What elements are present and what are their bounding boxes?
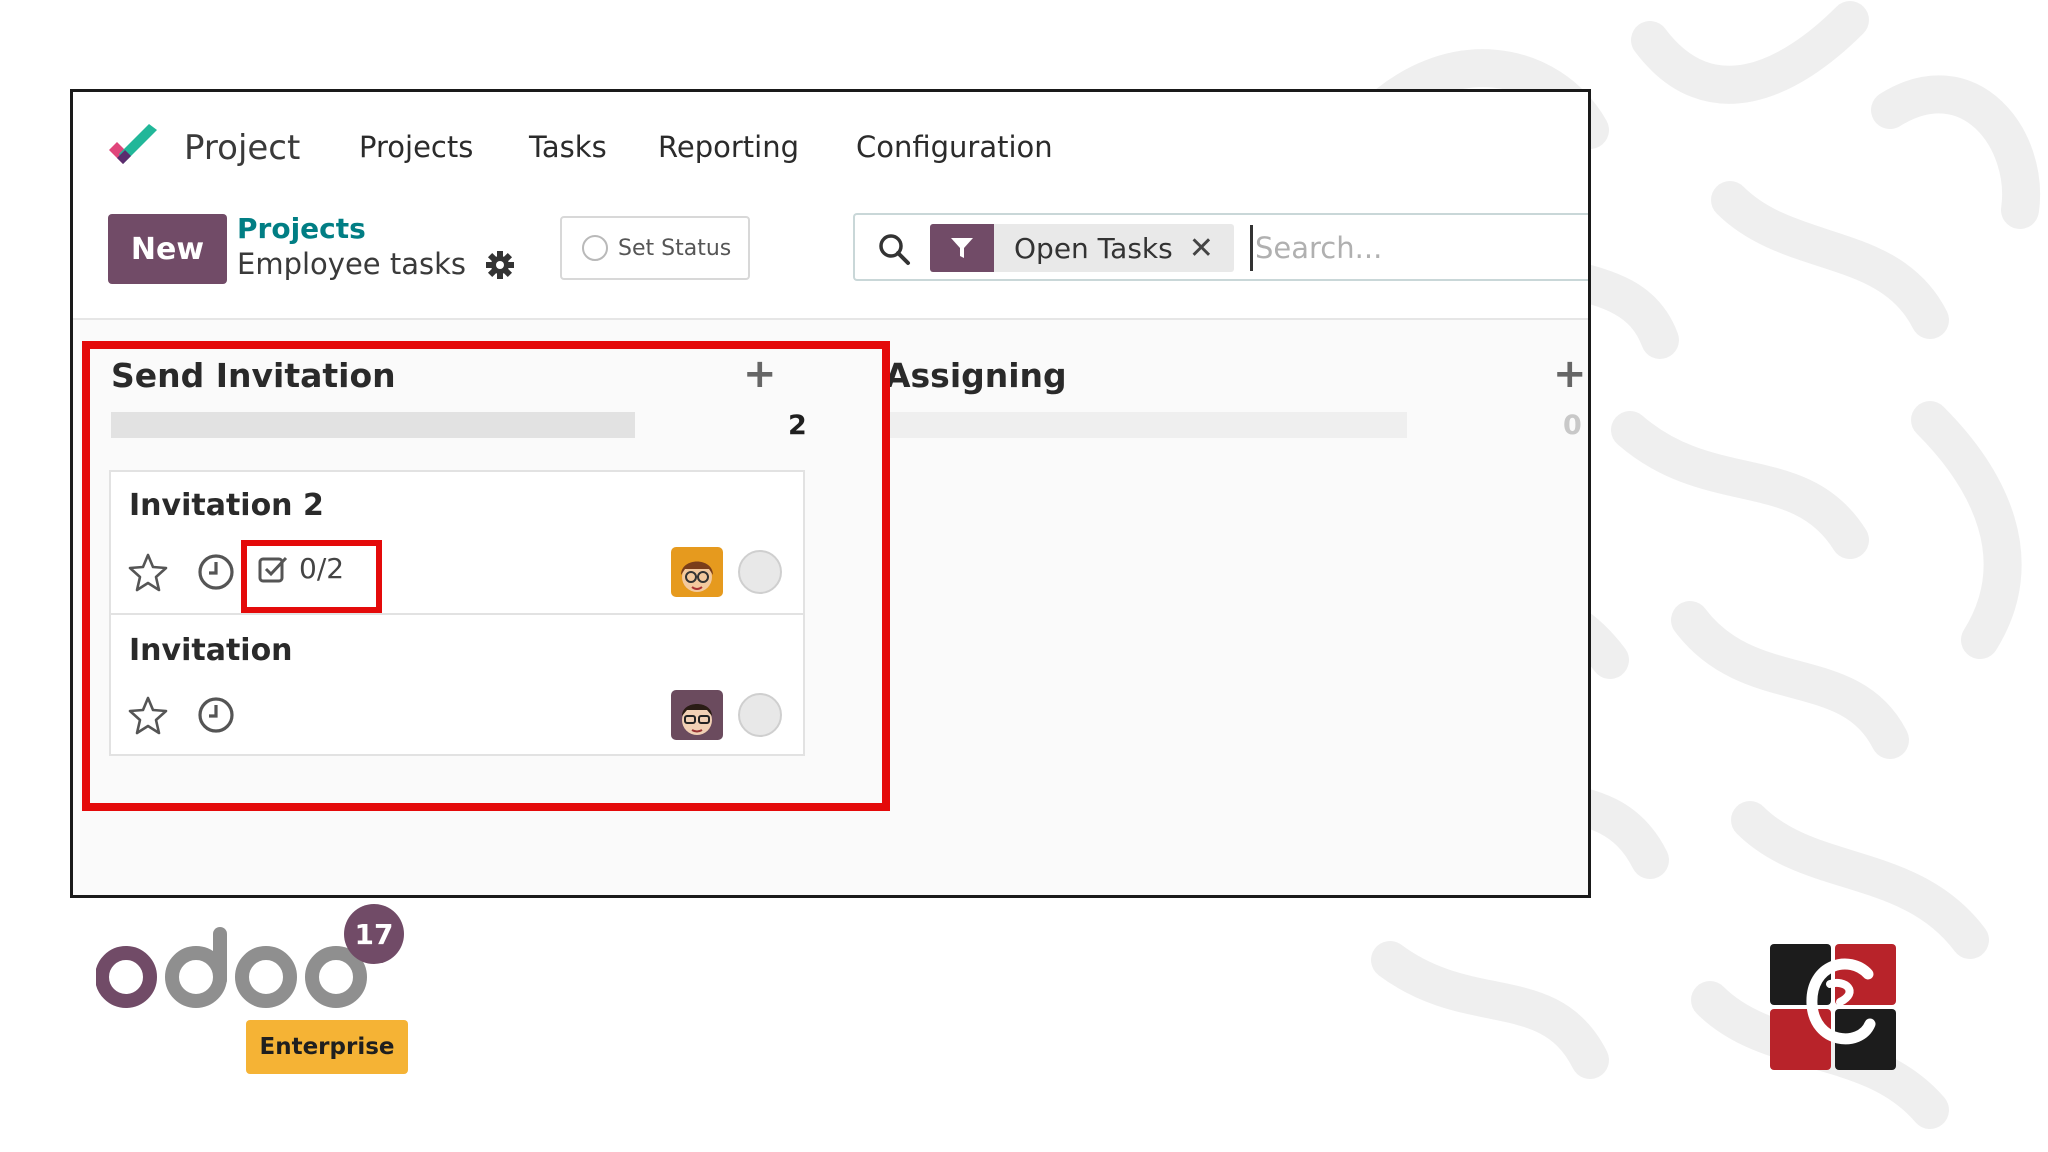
facet-remove-icon[interactable]: ✕ xyxy=(1189,231,1234,266)
nav-configuration[interactable]: Configuration xyxy=(856,130,1053,164)
set-status-button[interactable]: Set Status xyxy=(560,216,750,280)
column-count: 0 xyxy=(1563,410,1582,441)
column-title[interactable]: Assigning xyxy=(885,356,1067,395)
column-progress-bar[interactable] xyxy=(885,412,1407,438)
search-bar[interactable]: Open Tasks ✕ xyxy=(853,213,1588,281)
facet-label: Open Tasks xyxy=(1014,231,1173,265)
search-input[interactable] xyxy=(1250,225,1588,271)
breadcrumb-current: Employee tasks xyxy=(237,247,466,281)
column-add-icon[interactable]: + xyxy=(1553,354,1587,394)
gear-icon[interactable] xyxy=(485,250,515,280)
app-title[interactable]: Project xyxy=(184,128,300,168)
project-app-icon[interactable] xyxy=(105,124,161,170)
top-navbar: Project Projects Tasks Reporting Configu… xyxy=(73,92,1588,192)
highlight-box xyxy=(241,540,382,613)
breadcrumb-projects[interactable]: Projects xyxy=(237,212,366,245)
new-button[interactable]: New xyxy=(108,214,227,284)
version-badge: 17 xyxy=(344,904,404,964)
brand-logo xyxy=(1770,944,1896,1070)
search-icon[interactable] xyxy=(877,232,911,266)
nav-tasks[interactable]: Tasks xyxy=(529,130,607,164)
nav-reporting[interactable]: Reporting xyxy=(658,130,799,164)
highlight-box xyxy=(82,341,890,811)
status-circle-icon xyxy=(582,235,608,261)
nav-projects[interactable]: Projects xyxy=(359,130,473,164)
set-status-label: Set Status xyxy=(618,235,732,261)
edition-badge: Enterprise xyxy=(246,1020,408,1074)
filter-icon xyxy=(930,224,994,272)
search-facet: Open Tasks ✕ xyxy=(930,224,1234,272)
